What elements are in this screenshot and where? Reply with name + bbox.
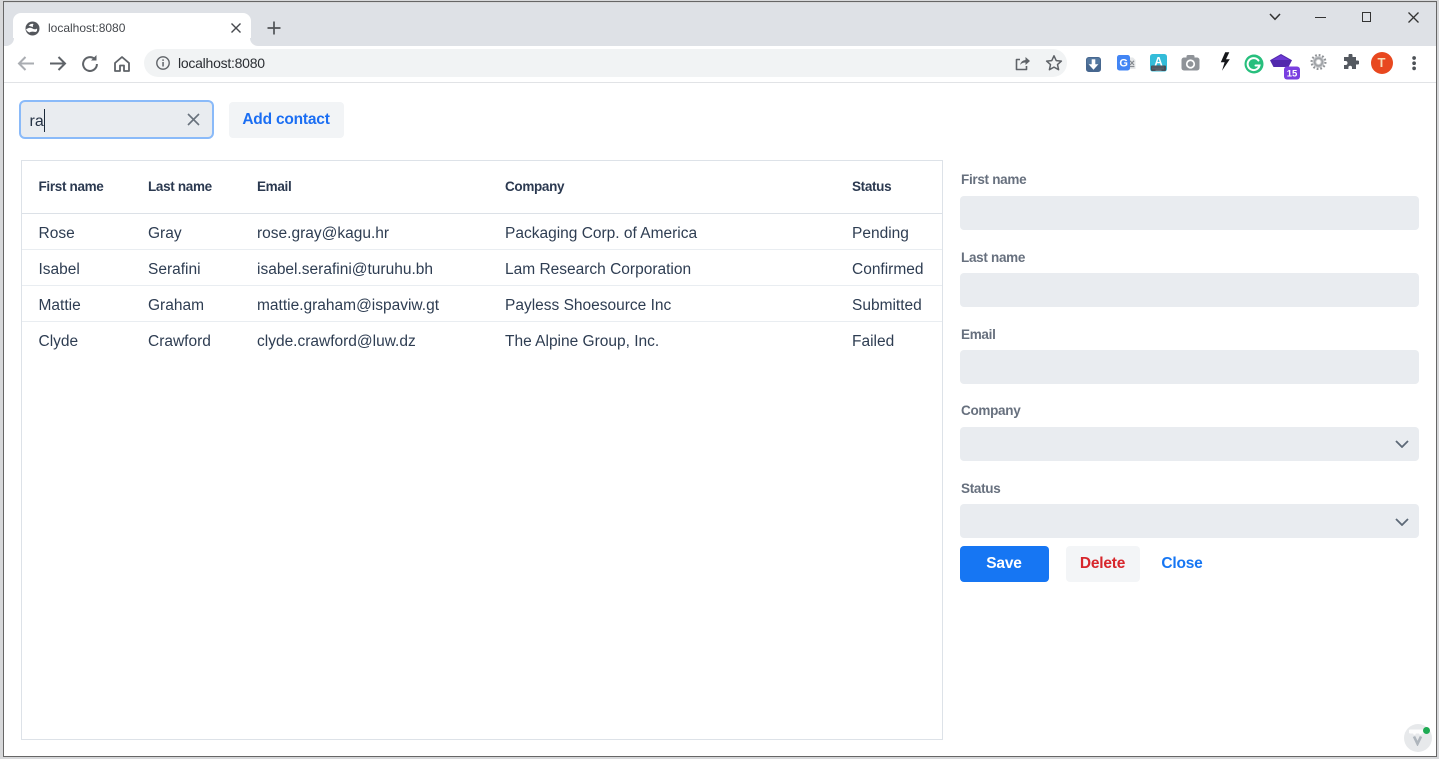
svg-text:15: 15 — [1287, 68, 1298, 79]
svg-text:G: G — [1119, 58, 1128, 70]
